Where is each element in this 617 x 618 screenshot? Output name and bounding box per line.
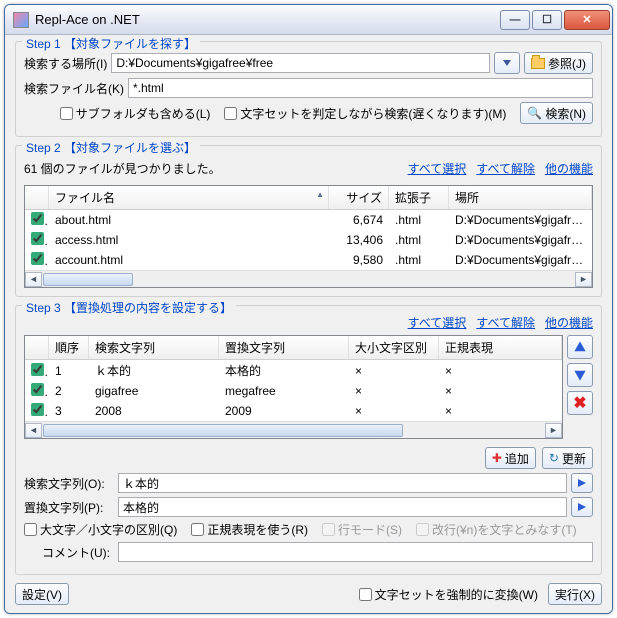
pattern-input[interactable] bbox=[128, 78, 593, 98]
app-icon bbox=[13, 12, 29, 28]
step3-select-none[interactable]: すべて解除 bbox=[476, 314, 535, 331]
find-play-button[interactable] bbox=[571, 473, 593, 493]
rule-table: 順序 検索文字列 置換文字列 大小文字区別 正規表現 1ｋ本的本格的××2gig… bbox=[24, 335, 563, 439]
found-count: 61 個のファイルが見つかりました。 bbox=[24, 160, 221, 177]
move-down-button[interactable] bbox=[567, 363, 593, 387]
table-row[interactable]: 1ｋ本的本格的×× bbox=[25, 360, 562, 381]
step3-title: Step 3 【置換処理の内容を設定する】 bbox=[22, 299, 236, 316]
settings-button[interactable]: 設定(V) bbox=[15, 583, 69, 605]
col-place[interactable]: 場所 bbox=[449, 186, 592, 209]
subfolder-checkbox[interactable]: サブフォルダも含める(L) bbox=[60, 105, 211, 122]
col-find[interactable]: 検索文字列 bbox=[89, 336, 219, 359]
line-checkbox: 行モード(S) bbox=[322, 521, 402, 538]
col-replace[interactable]: 置換文字列 bbox=[219, 336, 349, 359]
col-case[interactable]: 大小文字区別 bbox=[349, 336, 439, 359]
crlf-checkbox: 改行(¥n)を文字とみなす(T) bbox=[416, 521, 577, 538]
content-area: Step 1 【対象ファイルを探す】 検索する場所(I) 参照(J) 検索ファイ… bbox=[5, 35, 612, 613]
find-label: 検索文字列(O): bbox=[24, 475, 114, 492]
path-dropdown-button[interactable] bbox=[494, 52, 520, 74]
rule-table-body: 1ｋ本的本格的××2gigafreemegafree××320082009×× bbox=[25, 360, 562, 421]
row-checkbox[interactable] bbox=[31, 212, 44, 225]
plus-icon: ✚ bbox=[492, 451, 502, 465]
row-checkbox[interactable] bbox=[31, 232, 44, 245]
refresh-icon: ↻ bbox=[549, 451, 559, 465]
window-buttons: — ☐ ✕ bbox=[500, 10, 610, 30]
titlebar[interactable]: Repl-Ace on .NET — ☐ ✕ bbox=[5, 5, 612, 35]
file-table-hscroll[interactable]: ◄ ► bbox=[25, 270, 592, 287]
table-row[interactable]: access.html13,406.htmlD:¥Documents¥gigaf… bbox=[25, 230, 592, 250]
force-charset-checkbox[interactable]: 文字セットを強制的に変換(W) bbox=[359, 586, 538, 603]
scroll-left-button[interactable]: ◄ bbox=[25, 423, 42, 438]
comment-input[interactable] bbox=[118, 542, 593, 562]
file-table-body: about.html6,674.htmlD:¥Documents¥gigafre… bbox=[25, 210, 592, 270]
find-input[interactable] bbox=[118, 473, 567, 493]
col-filename[interactable]: ファイル名 bbox=[49, 186, 329, 209]
path-label: 検索する場所(I) bbox=[24, 55, 107, 72]
row-checkbox[interactable] bbox=[31, 383, 44, 396]
close-button[interactable]: ✕ bbox=[564, 10, 610, 30]
row-checkbox[interactable] bbox=[31, 363, 44, 376]
file-table-header: ファイル名 サイズ 拡張子 場所 bbox=[25, 186, 592, 210]
replace-label: 置換文字列(P): bbox=[24, 499, 114, 516]
run-button[interactable]: 実行(X) bbox=[548, 583, 602, 605]
search-icon: 🔍 bbox=[527, 106, 542, 120]
move-up-button[interactable] bbox=[567, 335, 593, 359]
add-button[interactable]: ✚追加 bbox=[485, 447, 536, 469]
delete-button[interactable]: ✖ bbox=[567, 391, 593, 415]
rule-table-hscroll[interactable]: ◄ ► bbox=[25, 421, 562, 438]
case-checkbox[interactable]: 大文字／小文字の区別(Q) bbox=[24, 521, 177, 538]
charset-detect-checkbox[interactable]: 文字セットを判定しながら検索(遅くなります)(M) bbox=[224, 105, 506, 122]
step1-title: Step 1 【対象ファイルを探す】 bbox=[22, 35, 200, 52]
regex-checkbox[interactable]: 正規表現を使う(R) bbox=[191, 521, 308, 538]
window-title: Repl-Ace on .NET bbox=[35, 12, 500, 27]
table-row[interactable]: account.html9,580.htmlD:¥Documents¥gigaf… bbox=[25, 250, 592, 270]
step2-other[interactable]: 他の機能 bbox=[545, 160, 593, 177]
table-row[interactable]: 2gigafreemegafree×× bbox=[25, 381, 562, 401]
step1-group: Step 1 【対象ファイルを探す】 検索する場所(I) 参照(J) 検索ファイ… bbox=[15, 41, 602, 137]
col-size[interactable]: サイズ bbox=[329, 186, 389, 209]
rule-side-buttons: ✖ bbox=[567, 335, 593, 439]
minimize-button[interactable]: — bbox=[500, 10, 530, 30]
row-checkbox[interactable] bbox=[31, 403, 44, 416]
comment-label: コメント(U): bbox=[24, 544, 114, 561]
step3-select-all[interactable]: すべて選択 bbox=[408, 314, 467, 331]
scroll-left-button[interactable]: ◄ bbox=[25, 272, 42, 287]
bottom-bar: 設定(V) 文字セットを強制的に変換(W) 実行(X) bbox=[15, 583, 602, 605]
app-window: Repl-Ace on .NET — ☐ ✕ Step 1 【対象ファイルを探す… bbox=[4, 4, 613, 614]
row-checkbox[interactable] bbox=[31, 252, 44, 265]
update-button[interactable]: ↻更新 bbox=[542, 447, 593, 469]
table-row[interactable]: about.html6,674.htmlD:¥Documents¥gigafre… bbox=[25, 210, 592, 230]
search-button[interactable]: 🔍 検索(N) bbox=[520, 102, 593, 124]
replace-input[interactable] bbox=[118, 497, 567, 517]
folder-icon bbox=[531, 58, 545, 69]
pattern-label: 検索ファイル名(K) bbox=[24, 80, 124, 97]
table-row[interactable]: 320082009×× bbox=[25, 401, 562, 421]
step2-title: Step 2 【対象ファイルを選ぶ】 bbox=[22, 139, 200, 156]
file-table: ファイル名 サイズ 拡張子 場所 about.html6,674.htmlD:¥… bbox=[24, 185, 593, 288]
step2-select-none[interactable]: すべて解除 bbox=[476, 160, 535, 177]
col-ext[interactable]: 拡張子 bbox=[389, 186, 449, 209]
scroll-right-button[interactable]: ► bbox=[575, 272, 592, 287]
replace-play-button[interactable] bbox=[571, 497, 593, 517]
browse-button[interactable]: 参照(J) bbox=[524, 52, 593, 74]
path-input[interactable] bbox=[111, 53, 490, 73]
step3-other[interactable]: 他の機能 bbox=[545, 314, 593, 331]
rule-table-header: 順序 検索文字列 置換文字列 大小文字区別 正規表現 bbox=[25, 336, 562, 360]
step3-group: Step 3 【置換処理の内容を設定する】 すべて選択 すべて解除 他の機能 順… bbox=[15, 305, 602, 575]
maximize-button[interactable]: ☐ bbox=[532, 10, 562, 30]
col-order[interactable]: 順序 bbox=[49, 336, 89, 359]
scroll-right-button[interactable]: ► bbox=[545, 423, 562, 438]
step2-group: Step 2 【対象ファイルを選ぶ】 61 個のファイルが見つかりました。 すべ… bbox=[15, 145, 602, 297]
step2-select-all[interactable]: すべて選択 bbox=[408, 160, 467, 177]
col-regex[interactable]: 正規表現 bbox=[439, 336, 562, 359]
